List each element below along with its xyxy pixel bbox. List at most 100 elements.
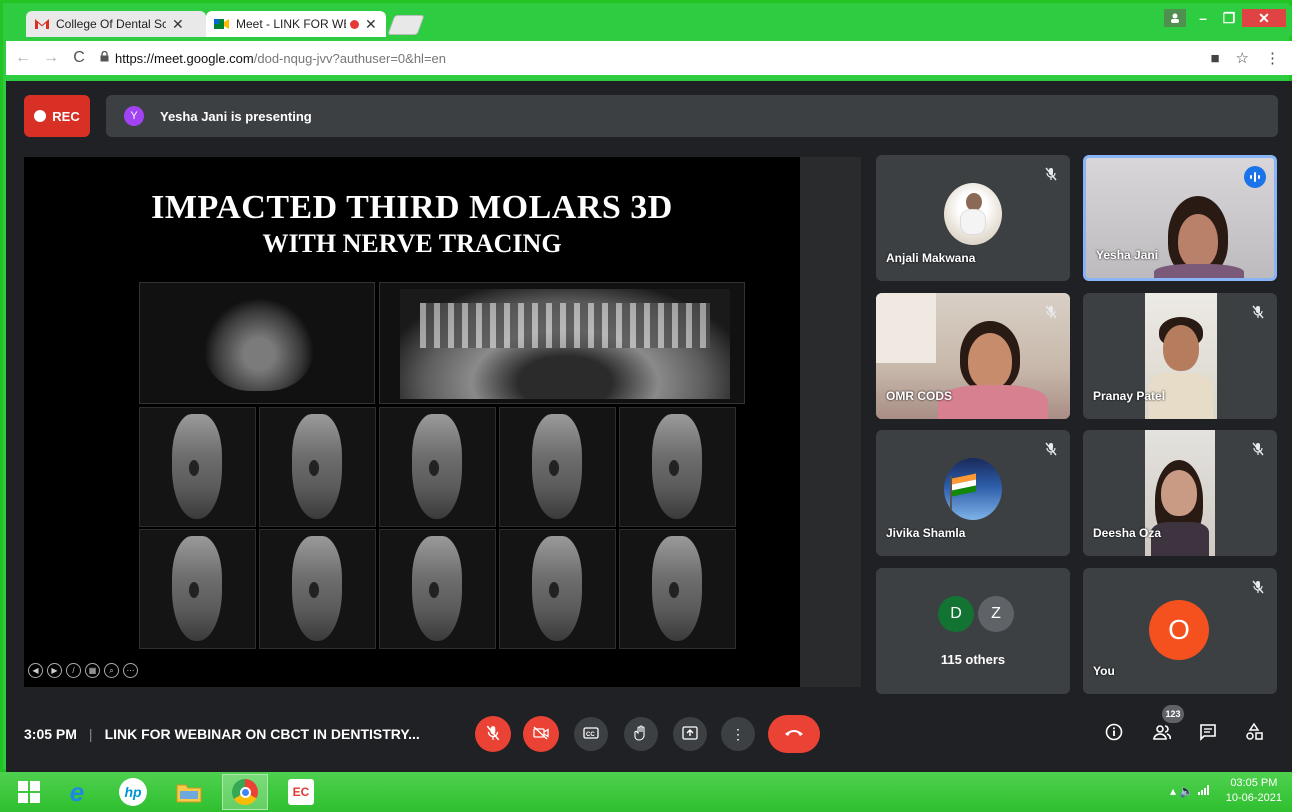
network-icon[interactable] bbox=[1197, 784, 1210, 798]
mic-off-icon bbox=[1042, 303, 1060, 321]
others-tile[interactable]: D Z 115 others bbox=[876, 568, 1070, 694]
file-explorer-icon[interactable] bbox=[166, 774, 212, 810]
window-controls: – ❐ ✕ bbox=[1164, 9, 1286, 27]
people-icon bbox=[1152, 724, 1172, 745]
participant-tile[interactable]: Deesha Oza bbox=[1083, 430, 1277, 556]
hp-icon[interactable]: hp bbox=[110, 774, 156, 810]
participant-tile[interactable]: Pranay Patel bbox=[1083, 293, 1277, 419]
app-icon[interactable]: EC bbox=[278, 774, 324, 810]
recording-badge: REC bbox=[24, 95, 90, 137]
tab-title: College Of Dental Scienc bbox=[56, 17, 166, 31]
show-hidden-icons-icon[interactable]: ▴ bbox=[1170, 784, 1176, 798]
mic-off-icon bbox=[1042, 165, 1060, 183]
participant-name: You bbox=[1093, 664, 1115, 678]
captions-icon: CC bbox=[583, 726, 599, 742]
camera-off-icon bbox=[533, 725, 549, 743]
new-tab-button[interactable] bbox=[387, 15, 425, 35]
reload-icon[interactable]: C bbox=[68, 49, 90, 67]
windows-start-icon[interactable] bbox=[14, 774, 44, 810]
more-options-icon[interactable]: ⋯ bbox=[123, 663, 138, 678]
avatar: Z bbox=[978, 596, 1014, 632]
lock-icon bbox=[100, 50, 109, 65]
presenting-text: Yesha Jani is presenting bbox=[160, 108, 312, 124]
presenter-avatar: Y bbox=[124, 106, 144, 126]
user-icon[interactable] bbox=[1164, 9, 1186, 27]
minimize-icon[interactable]: – bbox=[1190, 9, 1216, 27]
address-bar-actions: ■ ☆ ⋮ bbox=[1210, 49, 1280, 68]
cross-section-image bbox=[139, 529, 256, 649]
tab-close-icon[interactable]: ✕ bbox=[172, 16, 184, 33]
mic-toggle-button[interactable] bbox=[475, 716, 511, 752]
tray-icons[interactable]: ▴ 🔈 bbox=[1170, 784, 1210, 798]
present-now-button[interactable] bbox=[673, 717, 707, 751]
chat-button[interactable] bbox=[1195, 721, 1221, 747]
url-field[interactable]: https://meet.google.com/dod-nqug-jvv?aut… bbox=[100, 45, 1210, 71]
presentation-stage: IMPACTED THIRD MOLARS 3D WITH NERVE TRAC… bbox=[24, 157, 861, 687]
participant-tile[interactable]: Jivika Shamla bbox=[876, 430, 1070, 556]
avatar: D bbox=[938, 596, 974, 632]
chrome-icon[interactable] bbox=[222, 774, 268, 810]
avatar bbox=[944, 183, 1002, 245]
restore-icon[interactable]: ❐ bbox=[1216, 9, 1242, 27]
bookmark-star-icon[interactable]: ☆ bbox=[1236, 49, 1249, 67]
others-avatars: D Z bbox=[938, 596, 1014, 632]
participant-name: Pranay Patel bbox=[1093, 389, 1166, 403]
tab-college-dental[interactable]: College Of Dental Scienc ✕ bbox=[26, 11, 206, 37]
self-tile[interactable]: O You bbox=[1083, 568, 1277, 694]
raise-hand-icon bbox=[634, 724, 648, 744]
meet-icon bbox=[214, 18, 230, 30]
participant-tile[interactable]: Anjali Makwana bbox=[876, 155, 1070, 281]
tab-close-icon[interactable]: ✕ bbox=[365, 16, 377, 33]
participant-tile-speaking[interactable]: Yesha Jani bbox=[1083, 155, 1277, 281]
present-icon bbox=[682, 725, 698, 743]
captions-button[interactable]: CC bbox=[574, 717, 608, 751]
show-everyone-button[interactable] bbox=[1149, 721, 1175, 747]
url-host: https://meet.google.com bbox=[115, 50, 254, 66]
others-count-label: 115 others bbox=[940, 652, 1006, 667]
close-window-icon[interactable]: ✕ bbox=[1242, 9, 1286, 27]
gmail-icon bbox=[34, 18, 50, 30]
forward-icon[interactable]: → bbox=[40, 49, 62, 67]
volume-icon[interactable]: 🔈 bbox=[1179, 784, 1194, 798]
axial-scan-image bbox=[139, 282, 375, 404]
browser-window: College Of Dental Scienc ✕ Meet - LINK F… bbox=[0, 0, 1292, 772]
internet-explorer-icon[interactable]: e bbox=[54, 774, 100, 810]
participant-name: Anjali Makwana bbox=[886, 251, 976, 265]
activities-button[interactable] bbox=[1241, 721, 1267, 747]
slide-toolbar: ◀ ▶ / ▦ ⌕ ⋯ bbox=[28, 663, 138, 678]
panoramic-scan-image bbox=[379, 282, 745, 404]
clock-time: 03:05 PM bbox=[1230, 777, 1278, 789]
speaking-indicator-icon bbox=[1244, 166, 1266, 188]
camera-toggle-button[interactable] bbox=[523, 716, 559, 752]
raise-hand-button[interactable] bbox=[624, 717, 658, 751]
pen-icon[interactable]: / bbox=[66, 663, 81, 678]
meeting-info-button[interactable] bbox=[1101, 721, 1127, 747]
clock-date: 10-06-2021 bbox=[1225, 792, 1282, 804]
participant-tile[interactable]: OMR CODS bbox=[876, 293, 1070, 419]
system-clock[interactable]: 03:05 PM 10-06-2021 bbox=[1226, 776, 1282, 806]
slide-title: IMPACTED THIRD MOLARS 3D bbox=[151, 189, 673, 226]
cross-section-image bbox=[499, 529, 616, 649]
cross-section-image bbox=[619, 407, 736, 527]
slide-subtitle: WITH NERVE TRACING bbox=[262, 229, 562, 258]
mic-off-icon bbox=[1249, 303, 1267, 321]
record-icon bbox=[34, 110, 47, 122]
previous-slide-icon[interactable]: ◀ bbox=[28, 663, 43, 678]
meeting-details-separator: | bbox=[88, 726, 93, 742]
participant-name: OMR CODS bbox=[886, 389, 952, 403]
camera-in-use-icon[interactable]: ■ bbox=[1210, 50, 1219, 67]
tab-meet[interactable]: Meet - LINK FOR WE ✕ bbox=[206, 11, 386, 37]
svg-text:CC: CC bbox=[586, 732, 595, 738]
leave-call-button[interactable] bbox=[768, 715, 820, 753]
next-slide-icon[interactable]: ▶ bbox=[47, 663, 62, 678]
more-options-button[interactable]: ⋮ bbox=[721, 717, 755, 751]
back-icon[interactable]: ← bbox=[12, 49, 34, 67]
url-path: /dod-nqug-jvv?authuser=0&hl=en bbox=[253, 50, 447, 66]
participant-name: Deesha Oza bbox=[1093, 526, 1162, 540]
browser-menu-icon[interactable]: ⋮ bbox=[1265, 49, 1280, 67]
presentation-app-icon: EC bbox=[288, 779, 314, 805]
zoom-icon[interactable]: ⌕ bbox=[104, 663, 119, 678]
mic-off-icon bbox=[486, 725, 500, 744]
meeting-details[interactable]: 3:05 PM | LINK FOR WEBINAR ON CBCT IN DE… bbox=[24, 726, 420, 742]
slides-icon[interactable]: ▦ bbox=[85, 663, 100, 678]
